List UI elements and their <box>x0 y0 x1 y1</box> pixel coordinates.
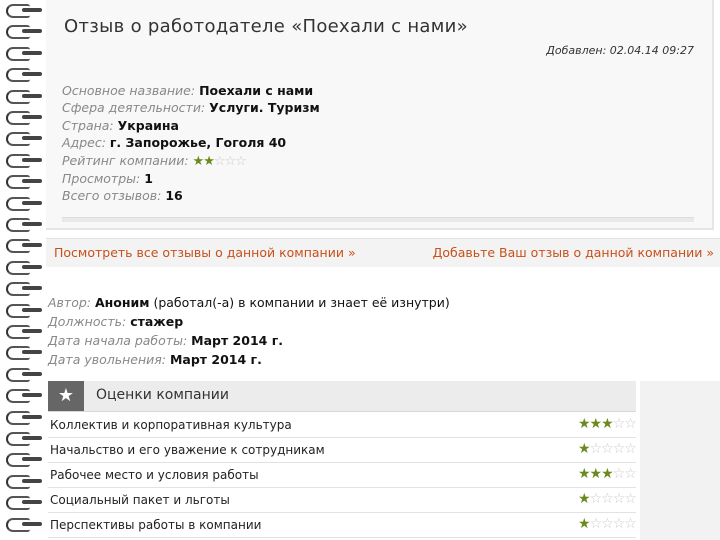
review-page: Отзыв о работодателе «Поехали с нами» До… <box>46 0 720 540</box>
rating-label: Перспективы работы в компании <box>50 518 262 532</box>
company-country-row: Страна: Украина <box>62 117 320 134</box>
spiral-ring <box>2 453 42 468</box>
company-address-row: Адрес: г. Запорожье, Гоголя 40 <box>62 134 320 151</box>
star-icon: ★ <box>48 381 84 411</box>
end-date-label: Дата увольнения: <box>48 352 170 367</box>
company-views-label: Просмотры: <box>62 171 145 187</box>
spiral-ring <box>2 367 42 382</box>
rating-stars: ★★★☆☆ <box>578 466 637 482</box>
company-country: Украина <box>117 117 179 133</box>
company-reviews-count: 16 <box>165 188 183 204</box>
rating-label: Коллектив и корпоративная культура <box>50 418 292 432</box>
company-name-label: Основное название: <box>62 83 200 98</box>
spiral-ring <box>2 175 42 190</box>
spiral-ring <box>2 346 42 361</box>
page-title: Отзыв о работодателе «Поехали с нами» <box>64 16 468 37</box>
start-date-label: Дата начала работы: <box>48 333 192 348</box>
start-date-value: Март 2014 г. <box>191 333 283 348</box>
company-details: Основное название: Поехали с нами Сфера … <box>62 82 320 205</box>
notebook-spiral <box>0 0 46 540</box>
add-review-link[interactable]: Добавьте Ваш отзыв о данной компании » <box>433 245 714 260</box>
company-address-label: Адрес: <box>62 135 110 151</box>
rating-stars: ★☆☆☆☆ <box>578 491 637 507</box>
spiral-ring <box>2 68 42 83</box>
spiral-ring <box>2 89 42 104</box>
rating-row: Социальный пакет и льготы ★☆☆☆☆ <box>48 488 637 513</box>
spiral-ring <box>2 46 42 61</box>
rating-stars: ★☆☆☆☆ <box>578 516 637 532</box>
spiral-ring <box>2 432 42 446</box>
rating-stars: ★☆☆☆☆ <box>578 441 637 457</box>
added-date: Добавлен: 02.04.14 09:27 <box>546 44 694 57</box>
ratings-header: ★ Оценки компании <box>48 381 636 412</box>
panel-divider <box>62 217 694 222</box>
author-details: Автор: Аноним (работал(-а) в компании и … <box>48 293 450 369</box>
review-links-bar: Посмотреть все отзывы о данной компании … <box>46 238 720 267</box>
rating-row: Перспективы работы в компании ★☆☆☆☆ <box>48 513 637 538</box>
company-sphere: Услуги. Туризм <box>209 100 320 116</box>
company-info-panel: Отзыв о работодателе «Поехали с нами» До… <box>46 0 714 230</box>
spiral-ring <box>2 474 42 489</box>
end-date-value: Март 2014 г. <box>169 352 262 367</box>
rating-row: Коллектив и корпоративная культура ★★★☆☆ <box>48 413 637 438</box>
company-views: 1 <box>144 171 153 187</box>
spiral-ring <box>2 303 42 318</box>
rating-row: Рабочее место и условия работы ★★★☆☆ <box>48 463 637 488</box>
ratings-title: Оценки компании <box>96 387 229 403</box>
position-label: Должность: <box>48 314 131 329</box>
company-sphere-label: Сфера деятельности: <box>62 100 210 116</box>
spiral-ring <box>2 4 42 18</box>
spiral-ring <box>2 132 42 147</box>
company-rating-row: Рейтинг компании: ★★☆☆☆ <box>62 152 320 170</box>
spiral-ring <box>2 196 42 211</box>
spiral-ring <box>2 111 42 125</box>
end-date-row: Дата увольнения: Март 2014 г. <box>48 350 450 369</box>
company-name-row: Основное название: Поехали с нами <box>62 82 320 99</box>
company-reviews-label: Всего отзывов: <box>62 188 166 204</box>
author-name: Аноним <box>94 295 150 310</box>
spiral-ring <box>2 282 42 297</box>
position-row: Должность: стажер <box>48 312 450 331</box>
company-reviews-row: Всего отзывов: 16 <box>62 187 320 204</box>
spiral-ring <box>2 517 42 532</box>
position-value: стажер <box>130 314 184 329</box>
author-row: Автор: Аноним (работал(-а) в компании и … <box>48 293 450 312</box>
spiral-ring <box>2 25 42 40</box>
company-views-row: Просмотры: 1 <box>62 170 320 187</box>
rating-label: Начальство и его уважение к сотрудникам <box>50 443 325 457</box>
company-sphere-row: Сфера деятельности: Услуги. Туризм <box>62 99 320 116</box>
company-name: Поехали с нами <box>199 83 314 98</box>
rating-label: Социальный пакет и льготы <box>50 493 230 507</box>
company-address: г. Запорожье, Гоголя 40 <box>109 135 287 151</box>
author-label: Автор: <box>48 295 95 310</box>
company-rating-label: Рейтинг компании: <box>62 152 193 168</box>
start-date-row: Дата начала работы: Март 2014 г. <box>48 331 450 350</box>
rating-label: Рабочее место и условия работы <box>50 468 259 482</box>
rating-stars: ★★★☆☆ <box>578 416 637 432</box>
spiral-ring <box>2 389 42 404</box>
spiral-ring <box>2 239 42 254</box>
spiral-ring <box>2 496 42 511</box>
author-note: (работал(-а) в компании и знает её изнут… <box>149 295 450 310</box>
side-strip <box>640 381 720 540</box>
rating-row: Начальство и его уважение к сотрудникам ★… <box>48 438 637 463</box>
spiral-ring <box>2 325 42 339</box>
spiral-ring <box>2 218 42 232</box>
company-rating-stars: ★★☆☆☆ <box>192 153 247 169</box>
spiral-ring <box>2 153 42 168</box>
spiral-ring <box>2 260 42 275</box>
spiral-ring <box>2 410 42 425</box>
company-country-label: Страна: <box>62 117 118 133</box>
all-reviews-link[interactable]: Посмотреть все отзывы о данной компании … <box>54 245 356 260</box>
